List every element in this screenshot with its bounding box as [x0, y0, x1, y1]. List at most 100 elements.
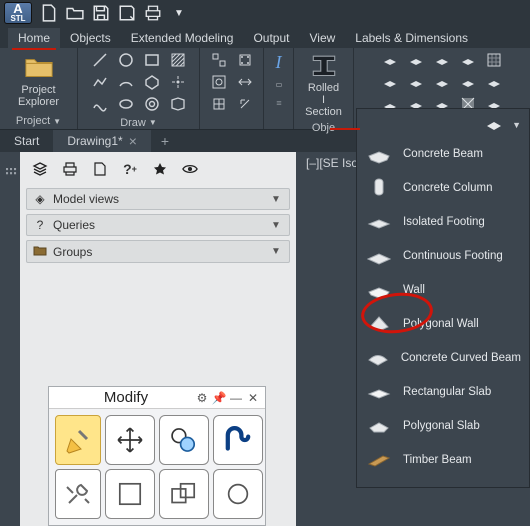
- objects-dropdown: ▼ Concrete Beam Concrete Column Isolated F…: [356, 108, 530, 488]
- object-label: Concrete Beam: [403, 148, 483, 160]
- modify-tool-button[interactable]: [213, 469, 263, 519]
- object-label: Polygonal Slab: [403, 420, 480, 432]
- print-icon[interactable]: [144, 4, 162, 22]
- menu-labels-dimensions[interactable]: Labels & Dimensions: [345, 28, 478, 48]
- chevron-down-icon[interactable]: ▼: [512, 120, 521, 130]
- object-icon: [365, 345, 391, 371]
- modify-tool-button[interactable]: [105, 469, 155, 519]
- tool-icon[interactable]: [276, 77, 282, 91]
- object-label: Concrete Curved Beam: [401, 352, 521, 364]
- modify-tool-button[interactable]: [159, 469, 209, 519]
- menu-output[interactable]: Output: [243, 28, 299, 48]
- close-icon[interactable]: ×: [129, 133, 137, 149]
- object-item-isolated-footing[interactable]: Isolated Footing: [357, 205, 529, 239]
- menu-view[interactable]: View: [299, 28, 345, 48]
- help-icon[interactable]: ?+: [120, 160, 140, 178]
- object-item-concrete-column[interactable]: Concrete Column: [357, 171, 529, 205]
- object-item-concrete-curved-beam[interactable]: Concrete Curved Beam: [357, 341, 529, 375]
- obj-icon[interactable]: [483, 50, 505, 70]
- object-item-concrete-beam[interactable]: Concrete Beam: [357, 137, 529, 171]
- spline-icon[interactable]: [89, 94, 111, 114]
- modify-tools-button[interactable]: [55, 469, 101, 519]
- object-item-rectangular-slab[interactable]: Rectangular Slab: [357, 375, 529, 409]
- menu-objects[interactable]: Objects: [60, 28, 121, 48]
- modify-title: Modify: [59, 389, 193, 406]
- tool-icon[interactable]: [208, 72, 230, 92]
- circle-icon[interactable]: [115, 50, 137, 70]
- rectangle-icon[interactable]: [141, 50, 163, 70]
- panel-toolbar: ?+: [26, 158, 290, 184]
- obj-icon[interactable]: [457, 50, 479, 70]
- app-logo[interactable]: ASTL: [4, 2, 32, 24]
- section-model-views[interactable]: ◈ Model views ▼: [26, 188, 290, 210]
- tool-icon[interactable]: [234, 72, 256, 92]
- chevron-down-icon[interactable]: ▼: [53, 117, 61, 126]
- obj-icon[interactable]: [483, 72, 505, 92]
- modify-edit-button[interactable]: [55, 415, 101, 465]
- object-item-continuous-footing[interactable]: Continuous Footing: [357, 239, 529, 273]
- region-icon[interactable]: [167, 94, 189, 114]
- obj-icon[interactable]: [379, 50, 401, 70]
- tool-icon[interactable]: [234, 94, 256, 114]
- hatch-icon[interactable]: [167, 50, 189, 70]
- page-icon[interactable]: [90, 160, 110, 178]
- ellipse-icon[interactable]: [115, 94, 137, 114]
- tab-drawing1[interactable]: Drawing1*×: [53, 130, 151, 152]
- object-item-polygonal-wall[interactable]: Polygonal Wall: [357, 307, 529, 341]
- section-queries[interactable]: ? Queries ▼: [26, 214, 290, 236]
- tab-start[interactable]: Start: [0, 131, 53, 151]
- save-icon[interactable]: [92, 4, 110, 22]
- arc-icon[interactable]: [115, 72, 137, 92]
- obj-icon[interactable]: [379, 72, 401, 92]
- rolled-isection-button[interactable]: Rolled I Section: [298, 50, 349, 120]
- object-item-polygonal-slab[interactable]: Polygonal Slab: [357, 409, 529, 443]
- object-icon: [365, 141, 393, 167]
- obj-icon[interactable]: [431, 50, 453, 70]
- panel-grip-icon[interactable]: ⠿: [0, 152, 20, 526]
- object-item-wall[interactable]: Wall: [357, 273, 529, 307]
- new-icon[interactable]: [40, 4, 58, 22]
- open-icon[interactable]: [66, 4, 84, 22]
- polyline-icon[interactable]: [89, 72, 111, 92]
- print-icon[interactable]: [60, 160, 80, 178]
- modify-copy-button[interactable]: [159, 415, 209, 465]
- donut-icon[interactable]: [141, 94, 163, 114]
- tool-icon[interactable]: [276, 95, 282, 109]
- tool-icon[interactable]: [208, 50, 230, 70]
- section-groups[interactable]: Groups ▼: [26, 240, 290, 263]
- tool-icon[interactable]: [208, 94, 230, 114]
- project-explorer-button[interactable]: Project Explorer: [12, 52, 65, 110]
- chevron-down-icon[interactable]: ▼: [170, 4, 188, 22]
- layers-icon[interactable]: [30, 160, 50, 178]
- object-icon: [365, 277, 393, 303]
- obj-icon[interactable]: [486, 117, 502, 134]
- new-tab-button[interactable]: +: [151, 130, 179, 152]
- close-icon[interactable]: ✕: [245, 390, 261, 406]
- gear-icon[interactable]: ⚙: [194, 390, 210, 406]
- favorite-icon[interactable]: [150, 160, 170, 178]
- chevron-down-icon: ▼: [271, 246, 283, 257]
- menu-home[interactable]: Home: [8, 28, 60, 48]
- line-icon[interactable]: [89, 50, 111, 70]
- saveas-icon[interactable]: [118, 4, 136, 22]
- chevron-down-icon[interactable]: ▼: [149, 118, 157, 127]
- obj-icon[interactable]: [431, 72, 453, 92]
- obj-icon[interactable]: [457, 72, 479, 92]
- menu-extended-modeling[interactable]: Extended Modeling: [121, 28, 244, 48]
- pin-icon[interactable]: 📌: [211, 390, 227, 406]
- text-icon[interactable]: I: [276, 52, 282, 73]
- object-icon: [365, 311, 393, 337]
- polygon-icon[interactable]: [141, 72, 163, 92]
- minimize-icon[interactable]: —: [228, 390, 244, 406]
- point-icon[interactable]: [167, 72, 189, 92]
- object-icon: [365, 413, 393, 439]
- object-item-timber-beam[interactable]: Timber Beam: [357, 443, 529, 477]
- obj-icon[interactable]: [405, 72, 427, 92]
- visibility-icon[interactable]: [180, 160, 200, 178]
- object-label: Isolated Footing: [403, 216, 485, 228]
- modify-offset-button[interactable]: [213, 415, 263, 465]
- modify-move-button[interactable]: [105, 415, 155, 465]
- obj-icon[interactable]: [405, 50, 427, 70]
- tool-icon[interactable]: [234, 50, 256, 70]
- object-label: Rectangular Slab: [403, 386, 491, 398]
